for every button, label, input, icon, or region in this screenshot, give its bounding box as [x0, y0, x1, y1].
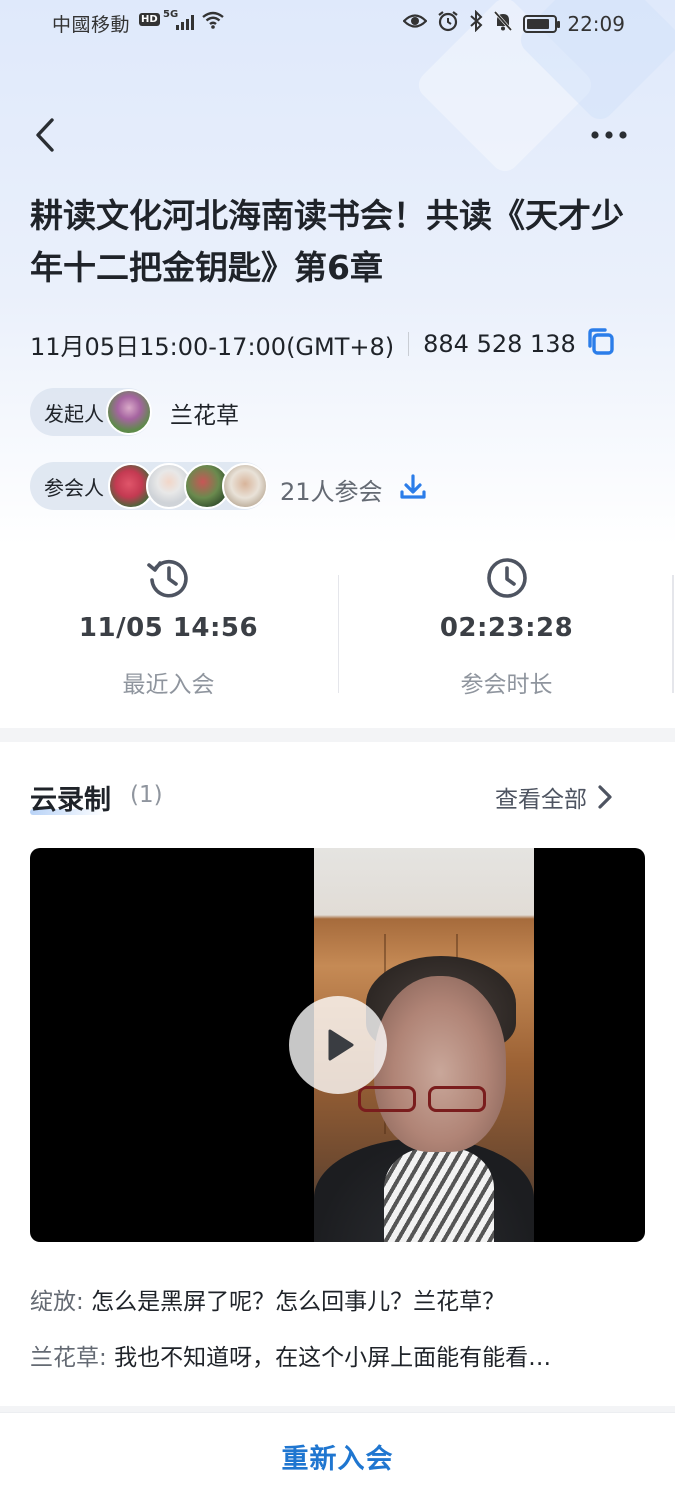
- transcript-sender: 绽放:: [30, 1289, 84, 1315]
- transcript-text: 我也不知道呀，在这个小屏上面能有能看…: [114, 1345, 552, 1371]
- participants-chip[interactable]: 参会人: [30, 462, 268, 510]
- thumbnail-detail: [374, 976, 506, 1152]
- divider: [672, 575, 674, 693]
- clock: 22:09: [567, 11, 625, 36]
- meeting-time: 11月05日15:00-17:00(GMT+8): [30, 332, 395, 361]
- host-chip: 发起人: [30, 388, 152, 436]
- back-button[interactable]: [28, 112, 68, 158]
- play-button[interactable]: [289, 996, 387, 1094]
- transcript-line: 绽放: 怎么是黑屏了呢？怎么回事儿？兰花草？: [30, 1282, 645, 1316]
- battery-icon: [523, 14, 561, 33]
- view-all-label: 查看全部: [495, 787, 587, 813]
- last-join-time: 11/05 14:56: [78, 613, 259, 643]
- duration-label: 参会时长: [460, 672, 553, 698]
- eye-icon: [402, 12, 428, 35]
- meeting-title: 耕读文化河北海南读书会！共读《天才少年十二把金钥匙》第6章: [30, 196, 624, 287]
- meeting-time-row: 11月05日15:00-17:00(GMT+8) 884 528 138: [30, 326, 616, 362]
- meeting-id: 884 528 138: [423, 330, 576, 358]
- participants-label: 参会人: [44, 475, 104, 500]
- recording-count: (1): [130, 782, 163, 808]
- transcript-sender: 兰花草:: [30, 1345, 107, 1371]
- transcript-text: 怎么是黑屏了呢？怎么回事儿？兰花草？: [91, 1289, 506, 1315]
- history-icon: [146, 555, 192, 605]
- last-join-stat: 11/05 14:56 最近入会: [0, 545, 337, 705]
- divider: [408, 332, 410, 356]
- cloud-recording-section: 云录制 (1) 查看全部 绽放: 怎么是黑屏了呢？怎么回事儿？兰花草？ 兰花草:…: [0, 742, 675, 1406]
- thumbnail-detail: [384, 1148, 494, 1242]
- host-name: 兰花草: [170, 403, 239, 429]
- mute-icon: [493, 10, 513, 37]
- alarm-icon: [437, 10, 459, 37]
- download-icon[interactable]: [398, 472, 428, 506]
- more-horizontal-icon: [591, 131, 627, 139]
- play-icon: [328, 1029, 354, 1061]
- wifi-icon: [201, 10, 225, 35]
- carrier-name: 中國移動: [52, 14, 131, 36]
- participant-avatars: [108, 463, 268, 509]
- bluetooth-icon: [469, 9, 483, 37]
- clock-icon: [484, 555, 530, 605]
- rejoin-button[interactable]: 重新入会: [282, 1437, 394, 1476]
- duration-stat: 02:23:28 参会时长: [338, 545, 675, 705]
- transcript-line: 兰花草: 我也不知道呀，在这个小屏上面能有能看…: [30, 1338, 645, 1372]
- recording-video[interactable]: [30, 848, 645, 1242]
- duration-value: 02:23:28: [439, 613, 574, 643]
- thumbnail-detail: [358, 1086, 416, 1112]
- copy-icon[interactable]: [584, 325, 616, 363]
- status-bar: 中國移動 HD 5G 22:09: [0, 0, 675, 46]
- section-title: 云录制: [30, 785, 111, 816]
- more-options-button[interactable]: [588, 120, 630, 150]
- signal-icon: [176, 14, 194, 30]
- avatar: [106, 389, 152, 435]
- bottom-bar: 重新入会: [0, 1412, 675, 1500]
- avatar: [222, 463, 268, 509]
- hd-badge: HD: [139, 13, 160, 26]
- meeting-stats: 11/05 14:56 最近入会 02:23:28 参会时长: [0, 545, 675, 705]
- last-join-label: 最近入会: [122, 672, 215, 698]
- view-all-button[interactable]: 查看全部: [495, 780, 613, 814]
- thumbnail-detail: [428, 1086, 486, 1112]
- chevron-right-icon: [598, 785, 612, 809]
- participants-count[interactable]: 21人参会: [280, 472, 383, 507]
- host-label: 发起人: [44, 401, 104, 426]
- chevron-left-icon: [36, 118, 54, 152]
